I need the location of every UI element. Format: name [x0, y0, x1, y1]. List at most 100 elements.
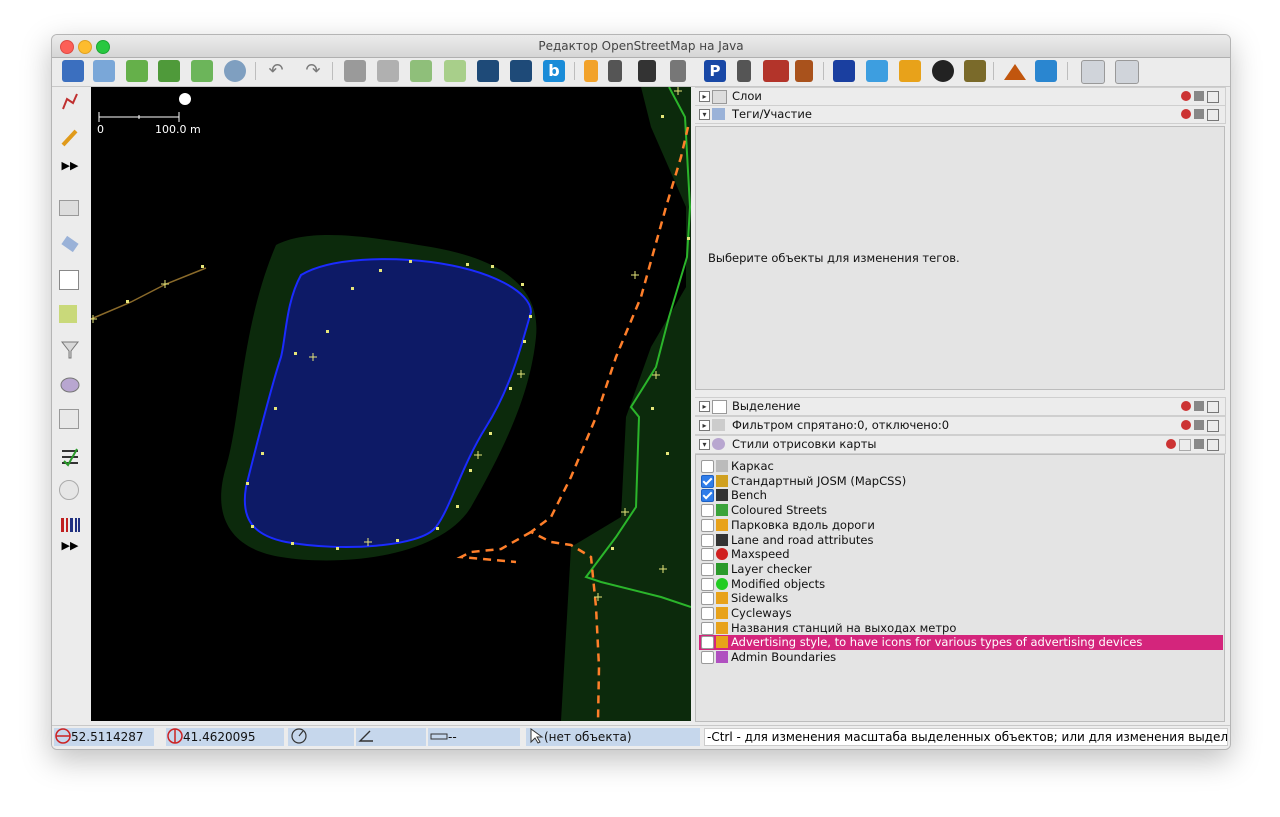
- close-panel-icon[interactable]: [1207, 439, 1219, 451]
- combine-way-icon[interactable]: [377, 60, 399, 82]
- undo-icon[interactable]: ↶: [265, 60, 287, 82]
- wikipedia-icon[interactable]: [59, 480, 79, 500]
- styles-panel-header[interactable]: ▾ Стили отрисовки карты: [695, 435, 1226, 454]
- layers-icon[interactable]: [59, 200, 79, 216]
- download-icon[interactable]: [126, 60, 148, 82]
- style-row[interactable]: Стандартный JOSM (MapCSS): [699, 474, 1223, 489]
- collapse-icon[interactable]: ▾: [699, 439, 710, 450]
- selection-panel-header[interactable]: ▸ Выделение: [695, 397, 1226, 416]
- imagery-icon[interactable]: [59, 305, 77, 323]
- railway-icon[interactable]: [795, 60, 813, 82]
- style-row[interactable]: Bench: [699, 488, 1223, 503]
- close-panel-icon[interactable]: [1207, 401, 1219, 413]
- expand-icon[interactable]: ▸: [699, 420, 710, 431]
- tags-icon[interactable]: [59, 235, 81, 257]
- style-checkbox[interactable]: [701, 518, 714, 532]
- hotel-icon[interactable]: [866, 60, 888, 82]
- style-row[interactable]: Каркас: [699, 459, 1223, 474]
- dock-panel-icon[interactable]: [1194, 91, 1204, 101]
- save-icon[interactable]: [93, 60, 115, 82]
- brown-way[interactable]: [91, 267, 207, 320]
- barcode-icon[interactable]: [59, 514, 81, 536]
- style-checkbox[interactable]: [701, 548, 714, 562]
- minimize-window-button[interactable]: [78, 40, 92, 54]
- style-checkbox[interactable]: [701, 607, 714, 620]
- expand-icon[interactable]: ▸: [699, 401, 710, 412]
- split-way-icon[interactable]: [344, 60, 366, 82]
- shop-icon[interactable]: [899, 60, 921, 82]
- style-checkbox[interactable]: [701, 474, 714, 488]
- dock-panel-icon[interactable]: [1194, 439, 1204, 449]
- way-style-1-icon[interactable]: [477, 60, 499, 82]
- style-row[interactable]: Sidewalks: [699, 591, 1223, 606]
- dock-panel-icon[interactable]: [1194, 420, 1204, 430]
- sports-icon[interactable]: [932, 60, 954, 82]
- way-style-2-icon[interactable]: [510, 60, 532, 82]
- style-checkbox[interactable]: [701, 489, 714, 503]
- peak-icon[interactable]: [1002, 60, 1028, 82]
- style-checkbox[interactable]: [701, 577, 714, 591]
- style-checkbox[interactable]: [701, 636, 714, 650]
- footpath-branch[interactable]: [456, 530, 532, 564]
- close-panel-icon[interactable]: [1207, 109, 1219, 121]
- style-checkbox[interactable]: [701, 592, 714, 606]
- zoom-to-data-icon[interactable]: [444, 60, 466, 82]
- hide-panel-icon[interactable]: [1166, 439, 1176, 449]
- collapse-icon[interactable]: ▾: [699, 109, 710, 120]
- open-file-icon[interactable]: [62, 60, 84, 82]
- style-row[interactable]: Lane and road attributes: [699, 533, 1223, 548]
- tags-panel-header[interactable]: ▾ Теги/Участие: [695, 105, 1226, 124]
- style-checkbox[interactable]: [701, 621, 714, 635]
- select-tool-icon[interactable]: [59, 91, 81, 113]
- style-row[interactable]: Maxspeed: [699, 547, 1223, 562]
- zoom-in-icon[interactable]: [1081, 60, 1105, 84]
- style-row[interactable]: Modified objects: [699, 577, 1223, 592]
- validator-icon[interactable]: [59, 409, 79, 429]
- close-panel-icon[interactable]: [1207, 91, 1219, 103]
- more-tools-icon[interactable]: ▶▶: [59, 155, 81, 177]
- redo-icon[interactable]: ↷: [302, 60, 324, 82]
- download-data-icon[interactable]: [158, 60, 180, 82]
- style-row[interactable]: Layer checker: [699, 562, 1223, 577]
- hide-panel-icon[interactable]: [1181, 401, 1191, 411]
- style-row[interactable]: Advertising style, to have icons for var…: [699, 635, 1223, 651]
- preferences-icon[interactable]: [410, 60, 432, 82]
- upload-icon[interactable]: [191, 60, 213, 82]
- hide-panel-icon[interactable]: [1181, 91, 1191, 101]
- style-row[interactable]: Парковка вдоль дороги: [699, 518, 1223, 533]
- parking-icon[interactable]: P: [704, 60, 726, 82]
- style-row[interactable]: Admin Boundaries: [699, 650, 1223, 665]
- settings-icon[interactable]: [1179, 439, 1191, 451]
- filter-panel-header[interactable]: ▸ Фильтром спрятано:0, отключено:0: [695, 416, 1226, 435]
- style-checkbox[interactable]: [701, 460, 714, 473]
- style-row[interactable]: Cycleways: [699, 606, 1223, 621]
- lane-icon[interactable]: [638, 60, 656, 82]
- style-row[interactable]: Coloured Streets: [699, 503, 1223, 518]
- style-checkbox[interactable]: [701, 651, 714, 665]
- road-2-icon[interactable]: [608, 60, 622, 82]
- draw-tool-icon[interactable]: [59, 127, 81, 149]
- water-icon[interactable]: [1035, 60, 1057, 82]
- factory-icon[interactable]: [964, 60, 986, 82]
- map-view[interactable]: 0 100.0 m: [91, 87, 691, 721]
- wall-icon[interactable]: [763, 60, 789, 82]
- layers-panel-header[interactable]: ▸ Слои: [695, 87, 1226, 106]
- style-checkbox[interactable]: [701, 533, 714, 547]
- filter-icon[interactable]: [59, 339, 81, 361]
- maximize-window-button[interactable]: [96, 40, 110, 54]
- zoom-out-icon[interactable]: [1115, 60, 1139, 84]
- road-1-icon[interactable]: [584, 60, 598, 82]
- bing-imagery-icon[interactable]: b: [543, 60, 565, 82]
- hide-panel-icon[interactable]: [1181, 420, 1191, 430]
- style-checkbox[interactable]: [701, 562, 714, 576]
- dock-panel-icon[interactable]: [1194, 401, 1204, 411]
- relations-icon[interactable]: [59, 270, 79, 290]
- web-map-service-icon[interactable]: [224, 60, 246, 82]
- close-panel-icon[interactable]: [1207, 420, 1219, 432]
- more-panels-icon[interactable]: ▶▶: [59, 535, 81, 557]
- hide-panel-icon[interactable]: [1181, 109, 1191, 119]
- expand-icon[interactable]: ▸: [699, 91, 710, 102]
- todo-list-icon[interactable]: [59, 445, 81, 467]
- dock-panel-icon[interactable]: [1194, 109, 1204, 119]
- map-paint-styles-icon[interactable]: [59, 374, 81, 396]
